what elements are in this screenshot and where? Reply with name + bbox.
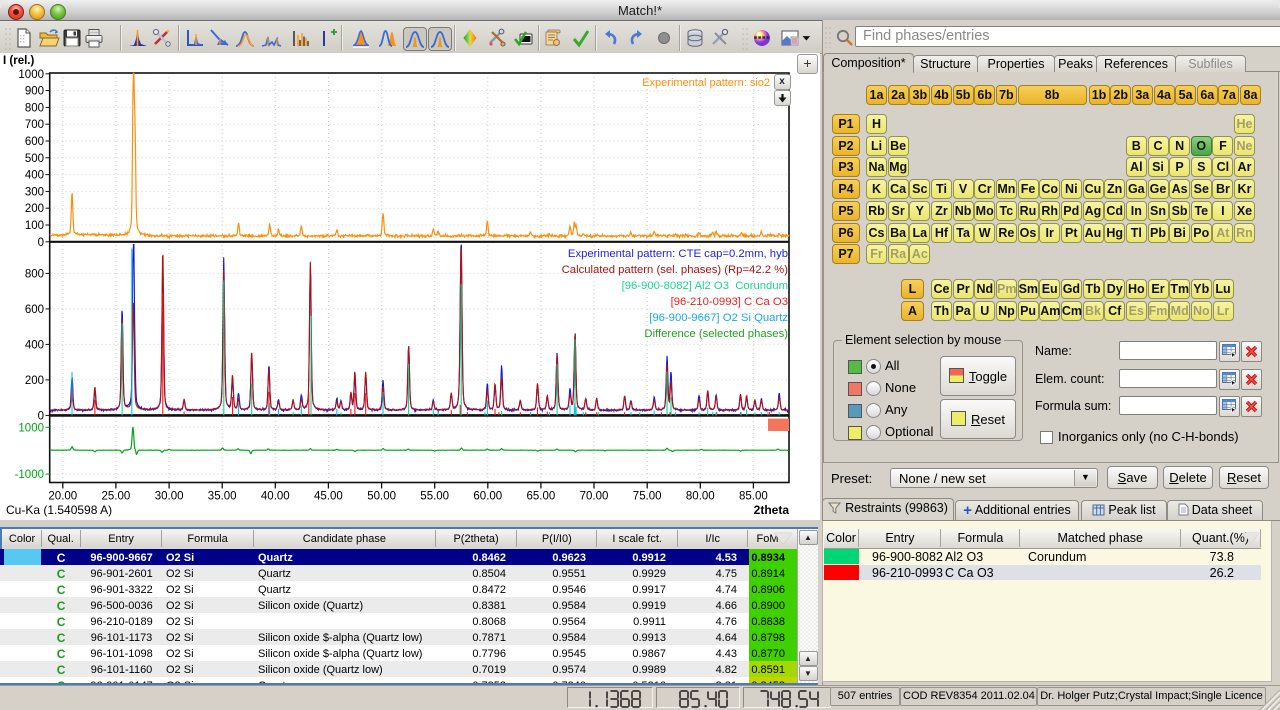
svg-text:85.00: 85.00 [739, 491, 768, 503]
svg-text:1000: 1000 [18, 69, 44, 81]
svg-text:600: 600 [25, 304, 44, 316]
svg-text:200: 200 [25, 375, 44, 387]
svg-text:40.00: 40.00 [261, 491, 290, 503]
svg-text:500: 500 [25, 153, 44, 165]
svg-text:-1000: -1000 [15, 469, 44, 481]
svg-text:300: 300 [25, 186, 44, 198]
svg-text:[96-900-9667] O2 Si Quartz: [96-900-9667] O2 Si Quartz [649, 312, 788, 324]
svg-text:25.00: 25.00 [102, 491, 131, 503]
svg-text:45.00: 45.00 [314, 491, 343, 503]
svg-text:I (rel.): I (rel.) [3, 55, 34, 67]
svg-text:30.00: 30.00 [155, 491, 184, 503]
svg-text:600: 600 [25, 136, 44, 148]
svg-text:35.00: 35.00 [208, 491, 237, 503]
svg-text:60.00: 60.00 [473, 491, 502, 503]
svg-text:[96-900-8082] Al2 O3 Corundum: [96-900-8082] Al2 O3 Corundum [622, 280, 788, 292]
svg-text:[96-210-0993] C Ca O3: [96-210-0993] C Ca O3 [671, 296, 788, 308]
svg-text:Cu-Ka (1.540598 A): Cu-Ka (1.540598 A) [6, 503, 112, 517]
svg-text:400: 400 [25, 170, 44, 182]
svg-text:Experimental pattern: CTE cap=: Experimental pattern: CTE cap=0.2mm, hyb [568, 248, 788, 260]
svg-text:700: 700 [25, 119, 44, 131]
svg-text:Calculated pattern (sel. phase: Calculated pattern (sel. phases) (Rp=42.… [562, 264, 789, 276]
svg-text:20.00: 20.00 [48, 491, 77, 503]
svg-text:55.00: 55.00 [420, 491, 449, 503]
svg-text:Difference (selected phases): Difference (selected phases) [644, 328, 788, 340]
svg-text:50.00: 50.00 [367, 491, 396, 503]
svg-text:2theta: 2theta [754, 503, 790, 517]
svg-text:70.00: 70.00 [580, 491, 609, 503]
svg-text:400: 400 [25, 339, 44, 351]
svg-text:200: 200 [25, 203, 44, 215]
svg-text:80.00: 80.00 [686, 491, 715, 503]
svg-text:100: 100 [25, 220, 44, 232]
svg-text:0: 0 [38, 410, 44, 422]
svg-text:0: 0 [38, 237, 44, 249]
svg-text:1000: 1000 [18, 422, 44, 434]
svg-text:Experimental pattern: sio2: Experimental pattern: sio2 [642, 77, 770, 89]
svg-text:65.00: 65.00 [527, 491, 556, 503]
svg-text:75.00: 75.00 [633, 491, 662, 503]
svg-text:800: 800 [25, 268, 44, 280]
svg-text:800: 800 [25, 102, 44, 114]
svg-text:900: 900 [25, 86, 44, 98]
